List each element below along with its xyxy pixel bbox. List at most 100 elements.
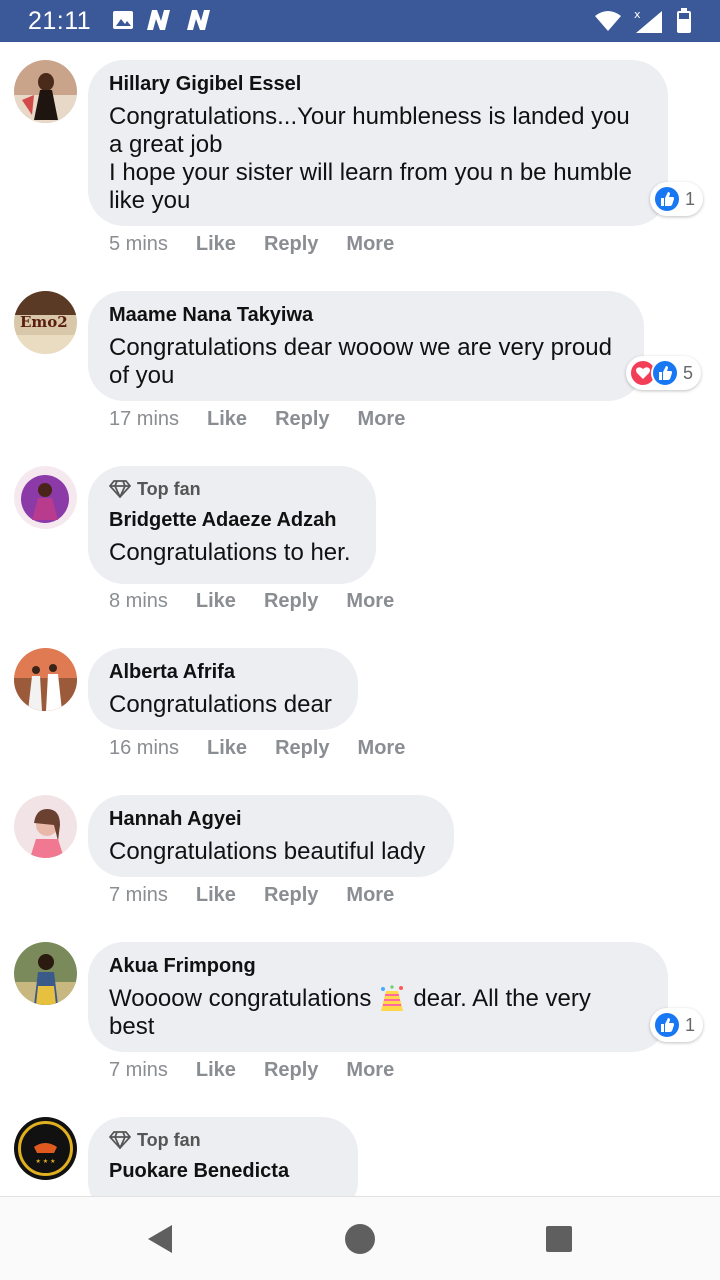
more-button[interactable]: More: [346, 232, 394, 256]
comment-time[interactable]: 8 mins: [109, 589, 168, 613]
reply-button[interactable]: Reply: [275, 736, 329, 760]
like-button[interactable]: Like: [207, 407, 247, 431]
like-button[interactable]: Like: [196, 232, 236, 256]
home-icon[interactable]: [344, 1223, 376, 1255]
comment-time[interactable]: 5 mins: [109, 232, 168, 256]
status-notification-icons: [112, 9, 214, 31]
wifi-icon: [595, 11, 621, 31]
avatar[interactable]: [14, 648, 77, 711]
comment-actions: 8 mins Like Reply More: [109, 589, 394, 613]
reply-button[interactable]: Reply: [275, 407, 329, 431]
like-button[interactable]: Like: [207, 736, 247, 760]
comment-text-line: Congratulations dear: [109, 691, 332, 718]
signal-icon: x: [634, 8, 662, 33]
top-fan-label: Top fan: [137, 1130, 201, 1150]
reaction-summary[interactable]: 1: [650, 182, 704, 216]
battery-icon: [677, 8, 691, 33]
like-button[interactable]: Like: [196, 883, 236, 907]
svg-text:Emo2: Emo2: [20, 313, 68, 331]
n-notification-icon: [187, 10, 210, 30]
avatar[interactable]: [14, 795, 77, 858]
comment-bubble[interactable]: Maame Nana Takyiwa Congratulations dear …: [88, 291, 644, 401]
back-icon[interactable]: [146, 1224, 174, 1254]
comment-actions: 5 mins Like Reply More: [109, 232, 394, 256]
comments-feed[interactable]: Hillary Gigibel Essel Congratulations...…: [0, 42, 720, 1196]
comment-author[interactable]: Hillary Gigibel Essel: [109, 71, 648, 97]
reply-button[interactable]: Reply: [264, 232, 318, 256]
comment-bubble[interactable]: Top fan Bridgette Adaeze Adzah Congratul…: [88, 466, 376, 584]
reaction-count: 1: [685, 1014, 696, 1035]
comment-author[interactable]: Maame Nana Takyiwa: [109, 302, 624, 328]
comment-actions: 7 mins Like Reply More: [109, 883, 394, 907]
comment-text-segment: Woooow congratulations: [109, 985, 372, 1012]
comment-text-line: I hope your sister will learn from you n…: [109, 159, 632, 186]
reply-button[interactable]: Reply: [264, 589, 318, 613]
top-fan-badge: Top fan: [109, 1128, 338, 1152]
comment-bubble[interactable]: Top fan Puokare Benedicta: [88, 1117, 358, 1196]
avatar[interactable]: Emo2: [14, 291, 77, 354]
avatar[interactable]: [14, 60, 77, 123]
navigation-bar: [0, 1196, 720, 1280]
comment-text-line: Congratulations to her.: [109, 539, 351, 566]
comment-bubble[interactable]: Alberta Afrifa Congratulations dear: [88, 648, 358, 730]
comment-text: Congratulations dear: [109, 691, 338, 719]
svg-text:x: x: [634, 8, 641, 21]
status-time: 21:11: [28, 7, 92, 35]
comment-text-line: best: [109, 1013, 155, 1040]
status-bar: 21:11 x: [0, 0, 720, 42]
comment-time[interactable]: 17 mins: [109, 407, 179, 431]
reaction-summary[interactable]: 1: [650, 1008, 704, 1042]
comment-time[interactable]: 7 mins: [109, 883, 168, 907]
avatar[interactable]: [14, 942, 77, 1005]
top-fan-badge: Top fan: [109, 477, 356, 501]
comment-text-line: like you: [109, 187, 191, 214]
comment-text-line: Congratulations dear wooow we are very p…: [109, 334, 612, 361]
comment-text-segment: dear. All the very: [413, 985, 591, 1012]
comment-bubble[interactable]: Akua Frimpong Woooow congratulations dea…: [88, 942, 668, 1052]
comment-author[interactable]: Bridgette Adaeze Adzah: [109, 507, 356, 533]
n-notification-icon: [147, 10, 170, 30]
comment-text: Woooow congratulations dear. All the ver…: [109, 985, 648, 1041]
comment-author[interactable]: Akua Frimpong: [109, 953, 648, 979]
comment-text: Congratulations...Your humbleness is lan…: [109, 103, 648, 215]
reaction-count: 5: [683, 362, 694, 383]
comment-bubble[interactable]: Hannah Agyei Congratulations beautiful l…: [88, 795, 454, 877]
like-button[interactable]: Like: [196, 589, 236, 613]
avatar[interactable]: ★ ★ ★: [14, 1117, 77, 1180]
like-icon: [653, 1011, 681, 1039]
comment-text-line: a great job: [109, 131, 223, 158]
like-button[interactable]: Like: [196, 1058, 236, 1082]
more-button[interactable]: More: [358, 736, 406, 760]
top-fan-label: Top fan: [137, 479, 201, 499]
comment-text-line: Congratulations...Your humbleness is lan…: [109, 103, 630, 130]
comment-actions: 17 mins Like Reply More: [109, 407, 405, 431]
recent-apps-icon[interactable]: [545, 1225, 573, 1253]
status-system-icons: x: [594, 8, 692, 34]
comment-author[interactable]: Alberta Afrifa: [109, 659, 338, 685]
like-icon: [653, 185, 681, 213]
reply-button[interactable]: Reply: [264, 883, 318, 907]
avatar[interactable]: [14, 466, 77, 529]
image-icon: [113, 11, 133, 29]
diamond-icon: [109, 480, 131, 498]
comment-author[interactable]: Hannah Agyei: [109, 806, 434, 832]
reply-button[interactable]: Reply: [264, 1058, 318, 1082]
comment-bubble[interactable]: Hillary Gigibel Essel Congratulations...…: [88, 60, 668, 226]
more-button[interactable]: More: [346, 589, 394, 613]
confetti-emoji: [381, 985, 404, 1011]
more-button[interactable]: More: [358, 407, 406, 431]
comment-text: Congratulations to her.: [109, 539, 356, 567]
comment-actions: 7 mins Like Reply More: [109, 1058, 394, 1082]
comment-text-line: Congratulations beautiful lady: [109, 838, 426, 865]
more-button[interactable]: More: [346, 883, 394, 907]
comment-text: Congratulations dear wooow we are very p…: [109, 334, 624, 390]
comment-author[interactable]: Puokare Benedicta: [109, 1158, 338, 1184]
more-button[interactable]: More: [346, 1058, 394, 1082]
comment-time[interactable]: 16 mins: [109, 736, 179, 760]
reaction-summary[interactable]: 5: [626, 356, 702, 390]
diamond-icon: [109, 1131, 131, 1149]
comment-text-line: of you: [109, 362, 175, 389]
like-icon: [651, 359, 679, 387]
reaction-count: 1: [685, 188, 696, 209]
comment-time[interactable]: 7 mins: [109, 1058, 168, 1082]
